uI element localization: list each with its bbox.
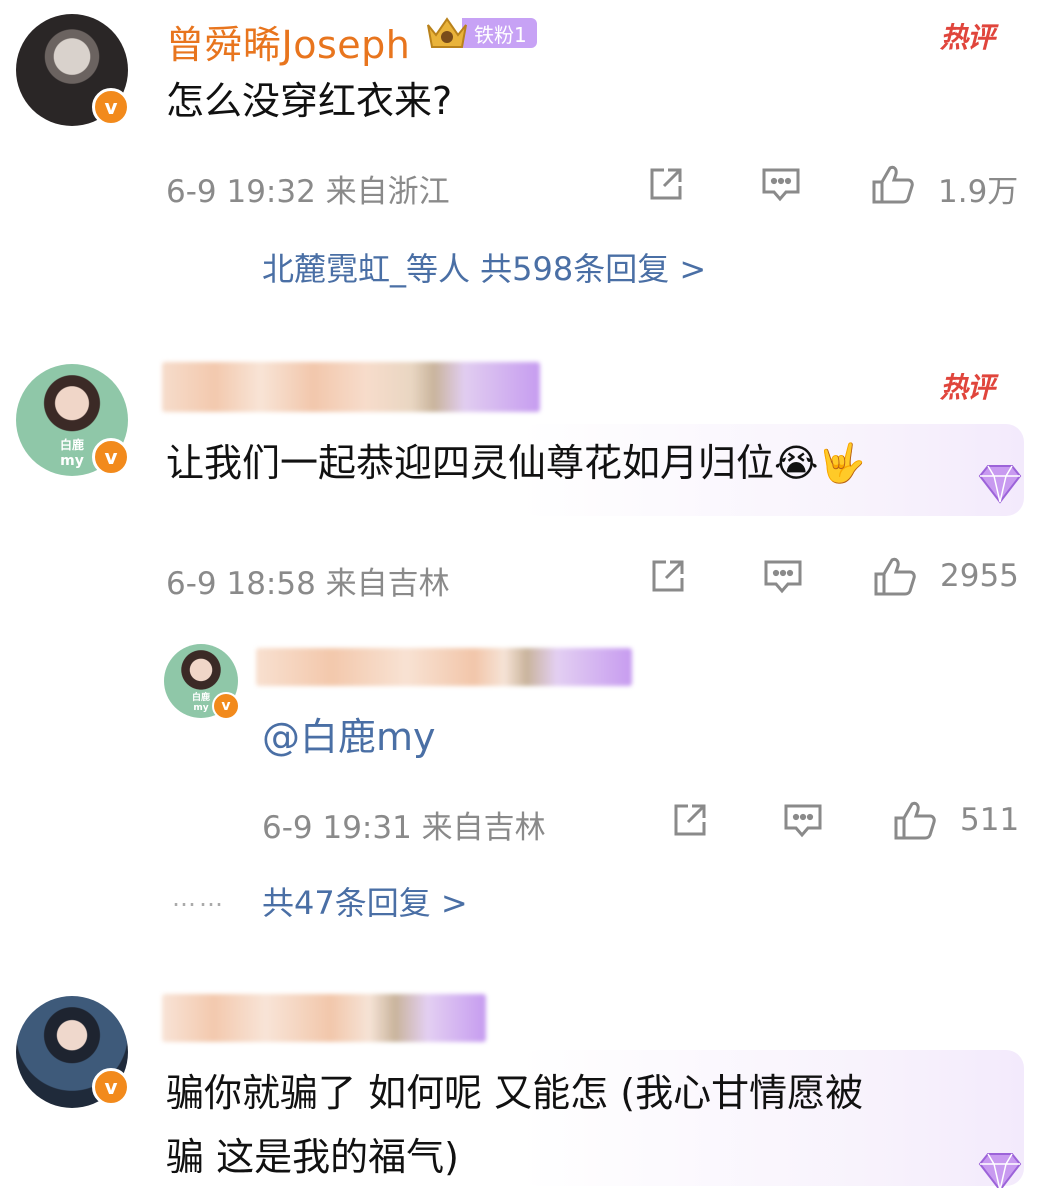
gem-icon [972, 462, 1028, 512]
like-icon[interactable] [892, 798, 938, 846]
verified-badge: v [212, 692, 240, 720]
verified-badge: v [92, 1068, 130, 1106]
reply-meta: 6-9 19:31 来自吉林 [262, 810, 546, 846]
hot-comment-label: 热评 [940, 21, 995, 54]
reply-thread-dots: …… [172, 884, 226, 912]
crown-icon [424, 13, 470, 53]
hot-comment-label: 热评 [940, 371, 995, 404]
reply-text[interactable]: @白鹿my [262, 708, 436, 766]
repost-icon[interactable] [646, 164, 686, 208]
fan-badge[interactable]: 铁粉1 [424, 16, 537, 50]
comment-text-line1: 骗你就骗了 如何呢 又能怎 (我心甘情愿被 [166, 1071, 864, 1115]
verified-badge: v [92, 438, 130, 476]
comment-meta: 6-9 18:58 来自吉林 [166, 566, 450, 602]
repost-icon[interactable] [648, 556, 688, 600]
verified-badge: v [92, 88, 130, 126]
comment-icon[interactable] [782, 800, 824, 844]
like-count: 1.9万 [938, 174, 1019, 210]
gem-icon [972, 1150, 1028, 1188]
like-count: 2955 [940, 558, 1019, 594]
view-replies-link[interactable]: 共47条回复 > [262, 878, 468, 924]
like-icon[interactable] [870, 162, 916, 210]
repost-icon[interactable] [670, 800, 710, 844]
comment-meta: 6-9 19:32 来自浙江 [166, 174, 450, 210]
comment-text-line2: 骗 这是我的福气) [166, 1135, 459, 1179]
fan-badge-label: 铁粉1 [462, 18, 537, 48]
like-count: 511 [960, 802, 1020, 838]
blurred-username [256, 648, 632, 686]
like-icon[interactable] [872, 554, 918, 602]
comment-text: 怎么没穿红衣来? [166, 79, 453, 123]
view-replies-link[interactable]: 北麓霓虹_等人 共598条回复 > [262, 244, 706, 290]
blurred-username [162, 994, 486, 1042]
username[interactable]: 曾舜晞Joseph [166, 14, 410, 69]
comment-icon[interactable] [762, 556, 804, 600]
comment-icon[interactable] [760, 164, 802, 208]
blurred-username [162, 362, 540, 412]
comment-text: 让我们一起恭迎四灵仙尊花如月归位😭🤟 [166, 441, 866, 485]
